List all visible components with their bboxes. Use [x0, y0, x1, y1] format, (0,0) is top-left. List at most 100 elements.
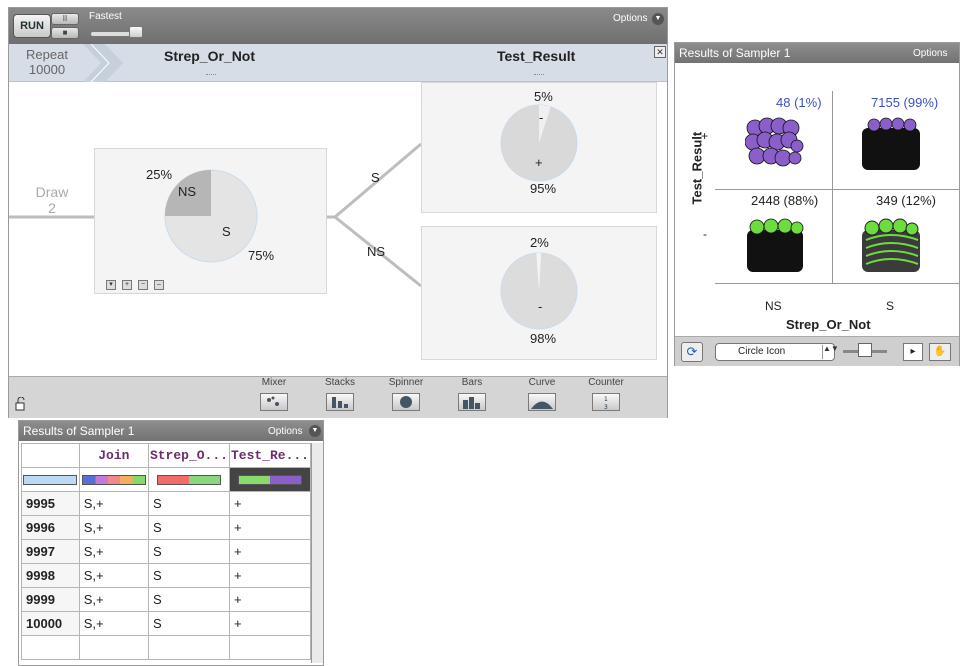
test-cell[interactable]: +: [228, 539, 312, 564]
join-cell[interactable]: S,+: [78, 587, 149, 612]
join-cell[interactable]: S,+: [78, 563, 149, 588]
strep-cell[interactable]: S: [147, 539, 230, 564]
row-number[interactable]: 9998: [21, 563, 80, 588]
remove-icon[interactable]: −: [138, 280, 148, 290]
run-button[interactable]: RUN: [13, 14, 51, 38]
select-arrow-icon[interactable]: ▸: [903, 343, 923, 361]
join-cell[interactable]: S,+: [78, 611, 149, 636]
curve-icon[interactable]: [528, 393, 556, 411]
graph-title-bar[interactable]: Results of Sampler 1 Options: [675, 43, 959, 63]
s-plus-label: +: [535, 155, 543, 170]
pause-button[interactable]: II: [51, 13, 79, 25]
join-swatch: [81, 474, 146, 485]
bars-icon[interactable]: [458, 393, 486, 411]
cluster-ns-minus[interactable]: [745, 216, 805, 274]
row-number[interactable]: 9999: [21, 587, 80, 612]
cluster-ns-plus[interactable]: [745, 116, 805, 172]
sampler-toolbar: RUN II ■ Fastest Options ▼: [9, 8, 667, 44]
table-options-menu[interactable]: Options: [268, 426, 302, 437]
close-icon[interactable]: ✕: [654, 46, 666, 58]
resize-grip[interactable]: [206, 74, 216, 77]
refresh-icon[interactable]: ⟳: [681, 342, 703, 362]
draw-value[interactable]: 2: [27, 200, 77, 216]
strep-cell[interactable]: S: [147, 611, 230, 636]
clear-icon[interactable]: –: [154, 280, 164, 290]
table-row[interactable]: 9999 S,+ S +: [21, 587, 312, 612]
options-menu[interactable]: Options: [613, 13, 647, 24]
table-scrollbar[interactable]: [311, 443, 323, 663]
ns-bottom-label: -: [538, 299, 543, 314]
graph-options-menu[interactable]: Options: [913, 48, 947, 59]
join-cell[interactable]: S,+: [78, 491, 149, 516]
mixer-icon[interactable]: [260, 393, 288, 411]
strep-column-title[interactable]: Strep_Or_Not: [164, 48, 255, 64]
hand-tool-icon[interactable]: ✋: [929, 343, 951, 361]
row-number[interactable]: 10000: [21, 611, 80, 636]
size-slider-thumb[interactable]: [858, 343, 872, 357]
resize-grip[interactable]: [534, 74, 544, 77]
add-icon[interactable]: +: [122, 280, 132, 290]
draw-label: Draw: [35, 184, 69, 200]
test-spinner-s-device[interactable]: 5% - + 95%: [421, 82, 657, 213]
table-row[interactable]: 9997 S,+ S +: [21, 539, 312, 564]
table-row[interactable]: 10000 S,+ S +: [21, 611, 312, 636]
stop-button[interactable]: ■: [51, 27, 79, 39]
column-header-test[interactable]: Test_Re...: [228, 443, 312, 468]
test-column-title[interactable]: Test_Result: [497, 48, 575, 64]
test-cell[interactable]: +: [228, 611, 312, 636]
collapse-icon[interactable]: ▾: [106, 280, 116, 290]
join-cell[interactable]: S,+: [78, 515, 149, 540]
join-cell[interactable]: S,+: [78, 539, 149, 564]
test-cell[interactable]: +: [228, 563, 312, 588]
curve-label: Curve: [528, 377, 556, 388]
speed-slider-thumb[interactable]: [129, 26, 143, 38]
results-graph-window: Results of Sampler 1 Options Test_Result…: [674, 42, 960, 366]
count-s-minus: 349 (12%): [876, 193, 936, 208]
repeat-value[interactable]: 10000: [17, 62, 77, 77]
swatch-cell: [228, 467, 312, 492]
swatch-cell: [147, 467, 230, 492]
row-divider: [715, 189, 960, 190]
column-header-join[interactable]: Join: [78, 443, 149, 468]
table-row[interactable]: 9996 S,+ S +: [21, 515, 312, 540]
strep-cell[interactable]: S: [147, 587, 230, 612]
test-ns-pie-chart[interactable]: [499, 251, 579, 331]
table-options-dropdown-icon[interactable]: ▼: [309, 425, 321, 437]
table-row[interactable]: 9995 S,+ S +: [21, 491, 312, 516]
x-axis-label[interactable]: Strep_Or_Not: [786, 317, 871, 332]
swatch-cell: [78, 467, 149, 492]
strep-cell[interactable]: S: [147, 563, 230, 588]
lock-icon[interactable]: [15, 397, 27, 411]
table-body: 9995 S,+ S +9996 S,+ S +9997 S,+ S +9998 S,+ S +9999…: [21, 491, 312, 636]
table-title-bar[interactable]: Results of Sampler 1 Options ▼: [19, 421, 323, 441]
options-dropdown-icon[interactable]: ▼: [652, 13, 664, 25]
ns-slice-label: NS: [178, 184, 197, 199]
test-spinner-ns-device[interactable]: 2% - 98%: [421, 226, 657, 360]
bars-label: Bars: [461, 377, 483, 388]
counter-icon[interactable]: 13: [592, 393, 620, 411]
count-ns-minus: 2448 (88%): [751, 193, 819, 208]
spinner-icon[interactable]: [392, 393, 420, 411]
row-number[interactable]: 9997: [21, 539, 80, 564]
test-cell[interactable]: +: [228, 587, 312, 612]
row-number[interactable]: 9995: [21, 491, 80, 516]
stacks-icon[interactable]: [326, 393, 354, 411]
strep-pie-chart[interactable]: [163, 168, 259, 264]
cluster-s-minus[interactable]: [858, 216, 924, 274]
icon-type-select[interactable]: Circle Icon: [715, 343, 835, 361]
row-swatch: [23, 474, 78, 485]
strep-cell[interactable]: S: [147, 515, 230, 540]
y-axis-label[interactable]: Test_Result: [690, 132, 705, 205]
select-stepper-icon[interactable]: ▲▼: [822, 345, 839, 359]
test-cell[interactable]: +: [228, 491, 312, 516]
cluster-s-plus[interactable]: [858, 116, 924, 172]
column-header-strep[interactable]: Strep_O...: [147, 443, 230, 468]
sampler-canvas: Draw 2 25% NS S 75% ▾ + − – S NS 5% - + …: [9, 82, 667, 376]
test-cell[interactable]: +: [228, 515, 312, 540]
strep-spinner-device[interactable]: 25% NS S 75% ▾ + − –: [94, 148, 327, 294]
graph-title: Results of Sampler 1: [679, 46, 791, 60]
table-row[interactable]: 9998 S,+ S +: [21, 563, 312, 588]
strep-cell[interactable]: S: [147, 491, 230, 516]
x-tick-ns: NS: [765, 299, 782, 313]
row-number[interactable]: 9996: [21, 515, 80, 540]
